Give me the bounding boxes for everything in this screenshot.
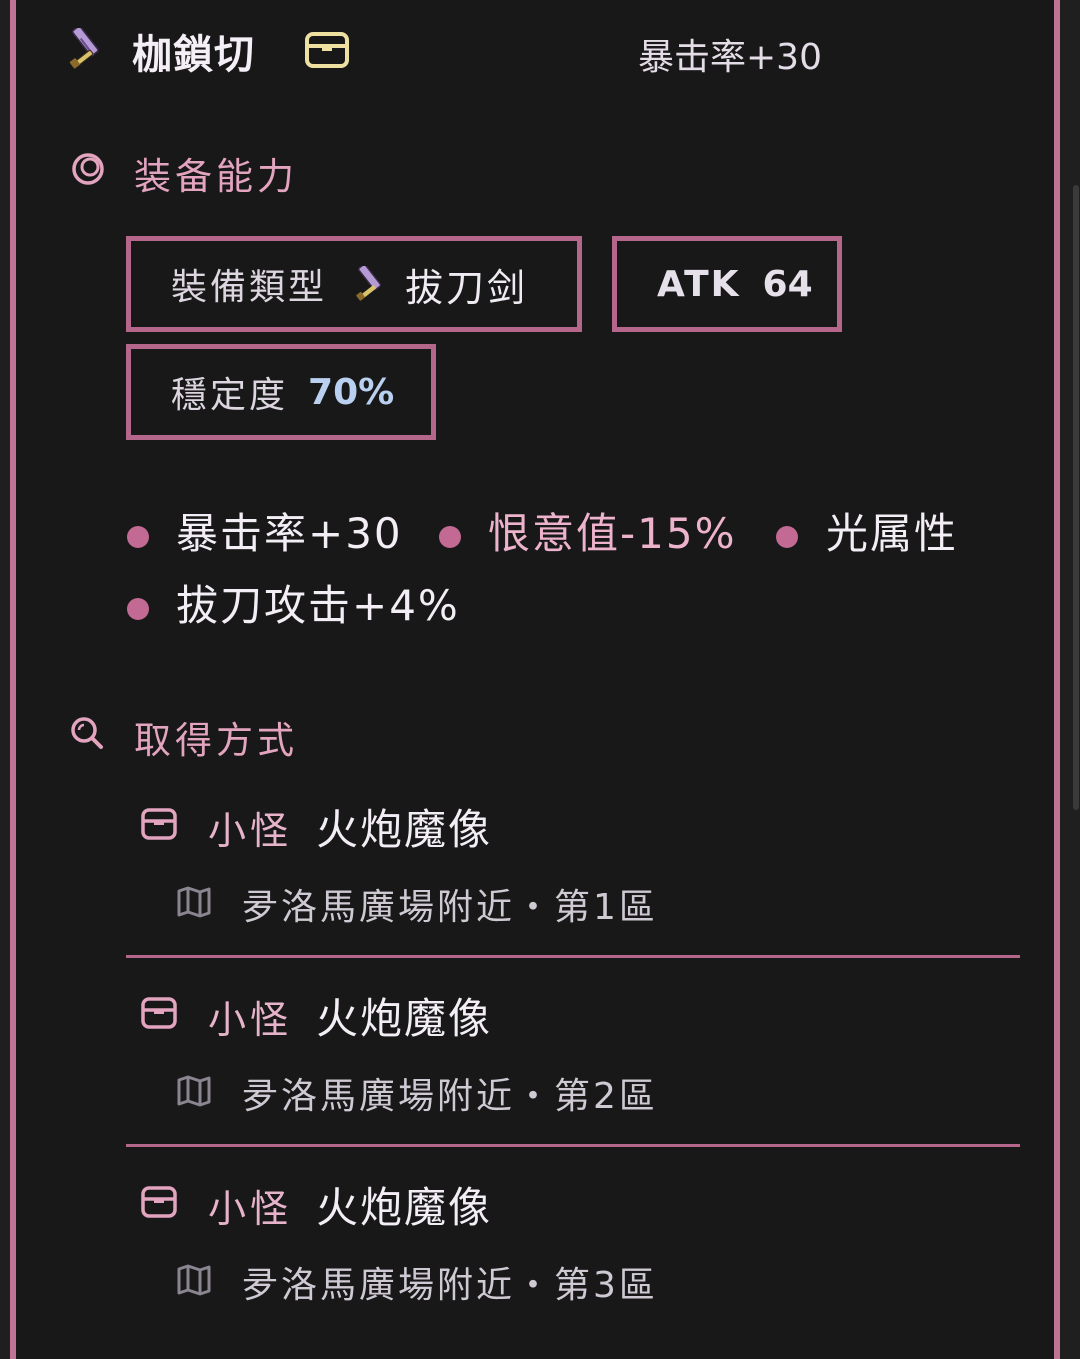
map-icon bbox=[177, 1264, 211, 1296]
source-location: 夛洛馬廣場附近・第3區 bbox=[242, 1265, 658, 1306]
divider bbox=[126, 1144, 1020, 1147]
item-detail-panel bbox=[10, 0, 1060, 1359]
swirl-icon bbox=[72, 153, 104, 185]
source-entry[interactable]: 小怪 火炮魔像 夛洛馬廣場附近・第1區 bbox=[126, 790, 1020, 940]
source-name: 火炮魔像 bbox=[316, 994, 493, 1043]
scrollbar[interactable] bbox=[1073, 185, 1079, 810]
atk-value: 64 bbox=[762, 263, 813, 305]
source-entry[interactable]: 小怪 火炮魔像 夛洛馬廣場附近・第2區 bbox=[126, 979, 1020, 1129]
divider bbox=[126, 955, 1020, 958]
attribute-item: 光属性 bbox=[826, 509, 959, 558]
source-name: 火炮魔像 bbox=[316, 805, 493, 854]
chest-icon bbox=[141, 808, 177, 840]
stability-box: 穩定度 70% bbox=[126, 344, 436, 440]
top-stat: 暴击率+30 bbox=[638, 37, 822, 78]
stability-value: 70% bbox=[308, 371, 395, 413]
source-location: 夛洛馬廣場附近・第1區 bbox=[242, 887, 658, 928]
bullet bbox=[127, 598, 149, 620]
atk-box: ATK 64 bbox=[612, 236, 842, 332]
source-entry[interactable]: 小怪 火炮魔像 夛洛馬廣場附近・第3區 bbox=[126, 1168, 1020, 1318]
stability-label: 穩定度 bbox=[171, 375, 289, 416]
attribute-item: 暴击率+30 bbox=[176, 509, 403, 558]
atk-label: ATK bbox=[657, 263, 741, 305]
map-icon bbox=[177, 886, 211, 918]
bullet bbox=[127, 526, 149, 548]
source-location: 夛洛馬廣場附近・第2區 bbox=[242, 1076, 658, 1117]
attribute-item: 恨意值-15% bbox=[488, 509, 737, 558]
attribute-item: 拔刀攻击+4% bbox=[176, 581, 460, 630]
source-name: 火炮魔像 bbox=[316, 1183, 493, 1232]
map-icon bbox=[177, 1075, 211, 1107]
item-name: 枷鎖切 bbox=[132, 32, 255, 78]
chest-icon bbox=[141, 997, 177, 1029]
search-icon bbox=[71, 717, 103, 749]
chest-icon bbox=[305, 32, 349, 68]
source-kind: 小怪 bbox=[208, 998, 293, 1042]
sword-icon bbox=[356, 266, 382, 301]
bullet bbox=[439, 526, 461, 548]
sword-icon bbox=[69, 28, 99, 69]
chest-icon bbox=[141, 1186, 177, 1218]
type-box: 裝備類型 拔刀剑 bbox=[126, 236, 582, 332]
source-kind: 小怪 bbox=[208, 1187, 293, 1231]
type-label: 裝備類型 bbox=[171, 267, 328, 308]
source-kind: 小怪 bbox=[208, 809, 293, 853]
source-section-title: 取得方式 bbox=[134, 719, 298, 762]
bullet bbox=[776, 526, 798, 548]
ability-section-title: 装备能力 bbox=[134, 155, 298, 198]
type-value: 拔刀剑 bbox=[405, 265, 529, 310]
